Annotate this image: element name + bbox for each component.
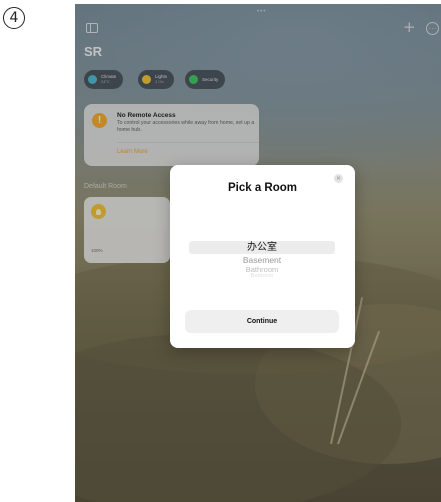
pick-a-room-dialog: × Pick a Room 办公室 Basement Bathroom Bedr… xyxy=(170,165,355,348)
continue-button[interactable]: Continue xyxy=(185,310,339,333)
picker-item-selected[interactable]: 办公室 xyxy=(189,241,335,254)
step-number-badge: 4 xyxy=(3,7,25,29)
close-icon: × xyxy=(335,174,342,182)
picker-item[interactable]: Bedroom xyxy=(189,273,335,277)
room-picker-wheel[interactable]: 办公室 Basement Bathroom Bedroom xyxy=(189,237,335,283)
ipad-screen: ••• + ··· SR Climate 24°C Lights 1 On Se… xyxy=(75,4,441,502)
picker-item[interactable]: Basement xyxy=(189,255,335,265)
dialog-title: Pick a Room xyxy=(227,182,298,194)
